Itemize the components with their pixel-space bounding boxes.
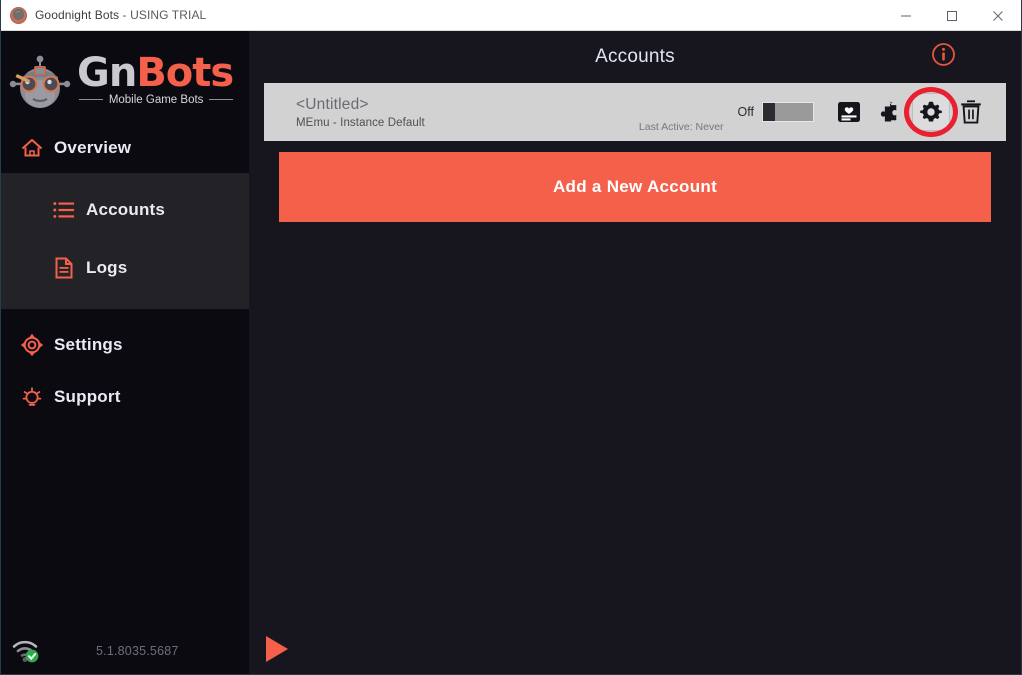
maximize-button[interactable]: [929, 0, 975, 31]
wifi-connected-icon: [11, 638, 41, 664]
brand-wordmark: GnBots: [77, 49, 234, 96]
sidebar-submenu: Accounts Logs: [1, 173, 249, 309]
trash-icon: [961, 100, 981, 124]
gear-icon: [920, 101, 942, 122]
account-meta: Last Active: Never: [425, 83, 738, 141]
main-footer: [249, 624, 1021, 674]
account-row[interactable]: <Untitled> MEmu - Instance Default Last …: [264, 83, 1006, 141]
window-body: GnBots Mobile Game Bots Overview Account…: [1, 31, 1021, 674]
sidebar-nav-lower: Settings Support: [1, 309, 249, 423]
sidebar-nav: Overview Accounts Logs Settings Support: [1, 123, 249, 423]
minimize-icon: [901, 15, 911, 16]
maximize-icon: [947, 10, 957, 21]
window-title-trial: - USING TRIAL: [119, 8, 207, 22]
brand-text: GnBots Mobile Game Bots: [77, 49, 234, 106]
sidebar-item-accounts[interactable]: Accounts: [1, 181, 249, 239]
brand-gn: Gn: [77, 49, 137, 96]
gear-icon: [21, 334, 43, 356]
app-version: 5.1.8035.5687: [96, 644, 179, 658]
main-content: Accounts <Untitled> MEmu - Instance Defa…: [249, 31, 1021, 674]
brand-bots: Bots: [136, 49, 234, 96]
brand-logo: GnBots Mobile Game Bots: [1, 31, 249, 123]
list-icon: [53, 199, 75, 221]
profile-card-icon: [838, 102, 860, 122]
account-details-button[interactable]: [828, 91, 870, 133]
delete-account-button[interactable]: [950, 91, 992, 133]
robot-head-logo: [9, 55, 71, 108]
account-power-toggle[interactable]: Off: [738, 102, 814, 122]
play-icon: [266, 636, 288, 662]
account-name: <Untitled>: [296, 95, 369, 113]
sidebar-item-support-label: Support: [54, 387, 121, 406]
sidebar-status-bar: 5.1.8035.5687: [1, 628, 249, 674]
brand-tagline: Mobile Game Bots: [108, 93, 204, 106]
sidebar: GnBots Mobile Game Bots Overview Account…: [1, 31, 249, 674]
title-bar: Goodnight Bots - USING TRIAL: [1, 0, 1021, 31]
start-all-button[interactable]: [259, 632, 293, 666]
document-icon: [53, 257, 75, 279]
account-emulator: MEmu - Instance Default: [296, 116, 425, 129]
sidebar-item-accounts-label: Accounts: [86, 200, 166, 219]
account-last-active: Last Active: Never: [638, 121, 724, 133]
minimize-button[interactable]: [883, 0, 929, 31]
main-spacer: [249, 222, 1021, 624]
tagline-rule-right: [209, 99, 234, 100]
window-title: Goodnight Bots - USING TRIAL: [35, 8, 206, 22]
main-header: Accounts: [249, 31, 1021, 83]
sidebar-item-overview[interactable]: Overview: [1, 123, 249, 173]
sidebar-item-settings-label: Settings: [54, 335, 123, 354]
tagline-rule-left: [79, 99, 103, 100]
window-controls: [883, 0, 1021, 31]
lightbulb-icon: [21, 386, 43, 408]
sidebar-item-settings[interactable]: Settings: [1, 319, 249, 371]
sidebar-item-logs[interactable]: Logs: [1, 239, 249, 297]
close-button[interactable]: [975, 0, 1021, 31]
puzzle-piece-icon: [880, 101, 897, 122]
add-account-button[interactable]: Add a New Account: [279, 152, 991, 222]
toggle-switch[interactable]: [762, 102, 814, 122]
info-circle-icon[interactable]: [931, 42, 956, 67]
toggle-label: Off: [737, 105, 754, 119]
sidebar-item-logs-label: Logs: [86, 258, 128, 277]
app-window: Goodnight Bots - USING TRIAL GnBots Mobi…: [0, 0, 1022, 675]
sidebar-item-support[interactable]: Support: [1, 371, 249, 423]
account-settings-button[interactable]: [904, 87, 958, 137]
window-title-app: Goodnight Bots: [35, 8, 120, 22]
app-icon: [10, 6, 27, 24]
plugins-button[interactable]: [870, 91, 912, 133]
close-icon: [993, 10, 1003, 21]
account-identity: <Untitled> MEmu - Instance Default: [296, 96, 425, 129]
home-icon: [21, 137, 43, 159]
account-actions: Off: [738, 87, 992, 137]
sidebar-item-overview-label: Overview: [54, 138, 132, 157]
toggle-knob: [763, 103, 775, 121]
accounts-list: <Untitled> MEmu - Instance Default Last …: [249, 83, 1021, 222]
page-title: Accounts: [595, 46, 675, 67]
